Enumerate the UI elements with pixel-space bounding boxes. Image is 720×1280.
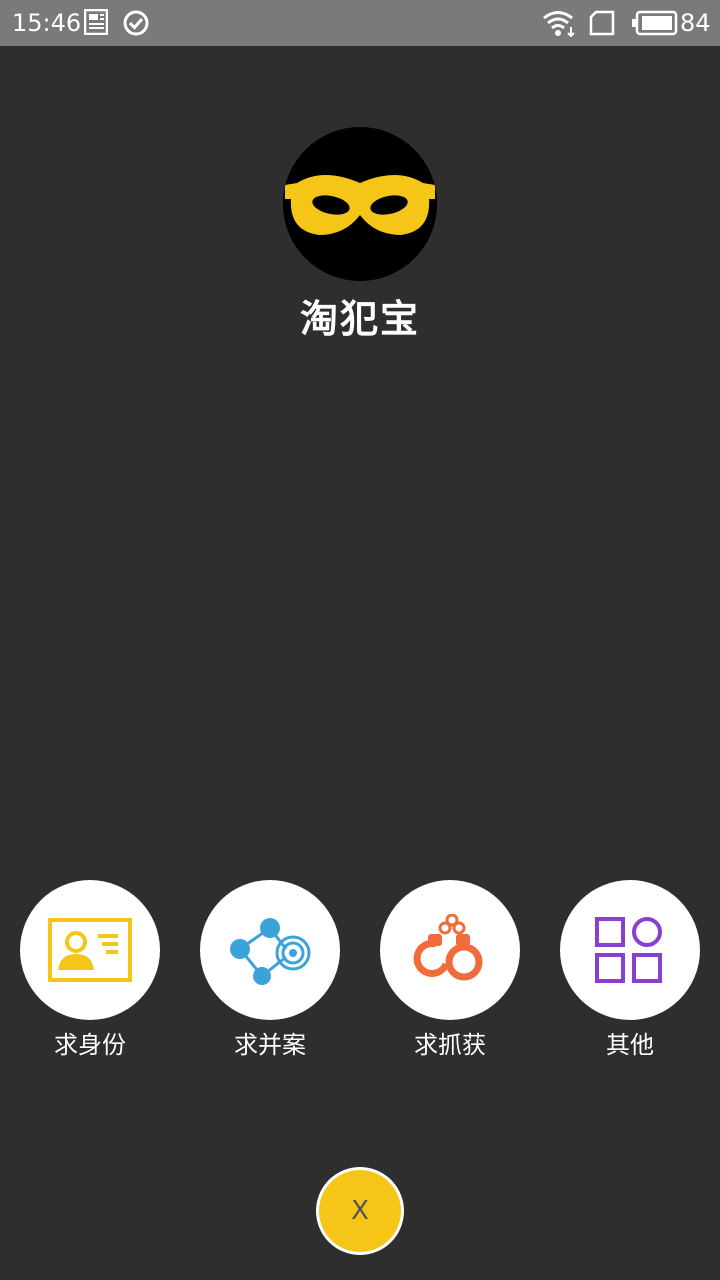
sim-card-icon xyxy=(588,9,616,37)
app-logo xyxy=(283,127,437,281)
screen: 15:46 84 淘犯宝 求身份 求并案 求抓获 其他 X xyxy=(0,0,720,1280)
action-other-label: 其他 xyxy=(606,1031,654,1059)
action-arrest-button[interactable] xyxy=(380,880,520,1020)
battery-level: 84 xyxy=(680,9,711,37)
action-merge-case-button[interactable] xyxy=(200,880,340,1020)
network-target-icon xyxy=(230,918,311,985)
action-identity-label: 求身份 xyxy=(54,1031,126,1059)
id-card-icon xyxy=(48,918,132,982)
close-icon: X xyxy=(351,1196,369,1226)
check-circle-icon xyxy=(122,9,150,37)
grid-apps-icon xyxy=(595,917,662,983)
status-time: 15:46 xyxy=(12,9,82,37)
masked-face-icon xyxy=(283,127,437,281)
news-icon xyxy=(83,8,112,37)
status-bar: 15:46 84 xyxy=(0,0,720,46)
action-arrest-label: 求抓获 xyxy=(414,1031,486,1059)
action-merge-case[interactable]: 求并案 xyxy=(200,880,340,1062)
action-merge-case-label: 求并案 xyxy=(234,1031,306,1059)
wifi-icon xyxy=(542,9,578,38)
action-arrest[interactable]: 求抓获 xyxy=(380,880,520,1062)
action-other[interactable]: 其他 xyxy=(560,880,700,1062)
action-identity-button[interactable] xyxy=(20,880,160,1020)
action-other-button[interactable] xyxy=(560,880,700,1020)
action-identity[interactable]: 求身份 xyxy=(20,880,160,1062)
close-button[interactable]: X xyxy=(316,1167,404,1255)
app-name: 淘犯宝 xyxy=(299,297,420,341)
handcuffs-icon xyxy=(413,914,483,981)
battery-icon xyxy=(632,9,678,37)
